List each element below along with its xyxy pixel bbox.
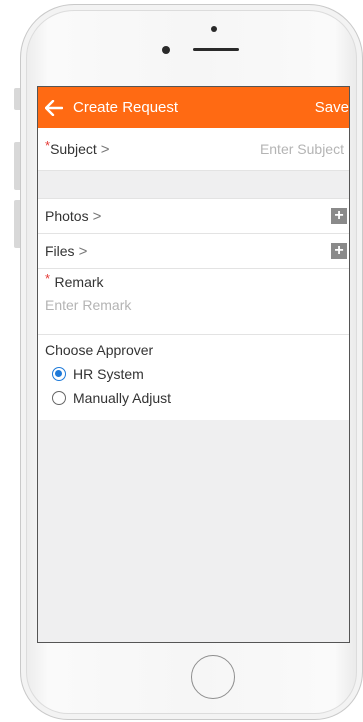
front-sensor — [211, 26, 217, 32]
add-photo-icon[interactable]: + — [331, 208, 347, 224]
radio-unselected-icon[interactable] — [52, 391, 66, 405]
volume-down-button — [14, 200, 20, 248]
approver-section: Choose Approver HR System Manually Adjus… — [38, 335, 349, 420]
photos-label: Photos — [45, 208, 89, 224]
radio-option-manually-adjust[interactable]: Manually Adjust — [52, 390, 342, 406]
app-bar: Create Request Save — [38, 87, 349, 128]
save-button[interactable]: Save — [315, 99, 349, 116]
files-label: Files — [45, 243, 75, 259]
front-camera — [162, 46, 170, 54]
radio-label: HR System — [73, 366, 144, 382]
mute-switch — [14, 88, 20, 110]
add-file-icon[interactable]: + — [331, 243, 347, 259]
remark-field: * Remark Enter Remark — [38, 269, 349, 335]
earpiece-speaker — [193, 48, 239, 51]
arrow-left-icon[interactable] — [43, 97, 65, 119]
home-button[interactable] — [191, 655, 235, 699]
subject-field[interactable]: * Subject > Enter Subject — [38, 128, 349, 171]
remark-input[interactable]: Enter Remark — [45, 297, 342, 313]
radio-selected-icon[interactable] — [52, 367, 66, 381]
volume-up-button — [14, 142, 20, 190]
chevron-right-icon: > — [92, 207, 102, 225]
radio-label: Manually Adjust — [73, 390, 172, 406]
chevron-right-icon: > — [100, 140, 110, 158]
subject-label: Subject — [50, 141, 97, 157]
subject-input[interactable]: Enter Subject — [260, 141, 344, 157]
required-mark: * — [45, 137, 51, 153]
photos-row[interactable]: Photos > + — [38, 199, 349, 234]
approver-title: Choose Approver — [45, 342, 154, 358]
radio-option-hr-system[interactable]: HR System — [52, 366, 342, 382]
chevron-right-icon: > — [78, 242, 88, 260]
page-title: Create Request — [73, 99, 179, 116]
app-screen: Create Request Save * Subject > Enter Su… — [37, 86, 350, 643]
section-divider — [38, 171, 349, 199]
required-mark: * — [45, 271, 51, 286]
files-row[interactable]: Files > + — [38, 234, 349, 269]
remark-label: Remark — [54, 274, 104, 290]
